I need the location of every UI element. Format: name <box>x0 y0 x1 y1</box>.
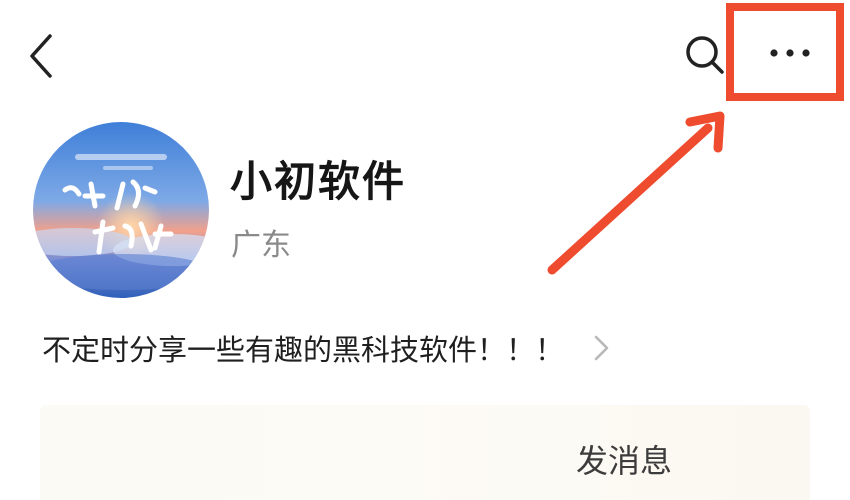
more-options-button[interactable] <box>752 28 828 78</box>
action-bar <box>40 405 810 500</box>
back-button[interactable] <box>22 28 66 84</box>
search-button[interactable] <box>676 30 732 80</box>
send-message-button[interactable]: 发消息 <box>576 436 672 482</box>
avatar-image <box>33 122 209 298</box>
bio-row[interactable]: 不定时分享一些有趣的黑科技软件！！！ <box>42 326 612 370</box>
profile-name: 小初软件 <box>230 157 407 206</box>
chevron-right-icon <box>590 333 612 363</box>
search-icon <box>686 36 724 74</box>
avatar[interactable] <box>33 122 209 298</box>
more-horizontal-icon <box>770 49 810 57</box>
chevron-left-icon <box>30 34 52 78</box>
bio-text: 不定时分享一些有趣的黑科技软件！！！ <box>42 333 565 367</box>
profile-region: 广东 <box>231 228 291 263</box>
annotation-arrow-icon <box>547 111 725 275</box>
